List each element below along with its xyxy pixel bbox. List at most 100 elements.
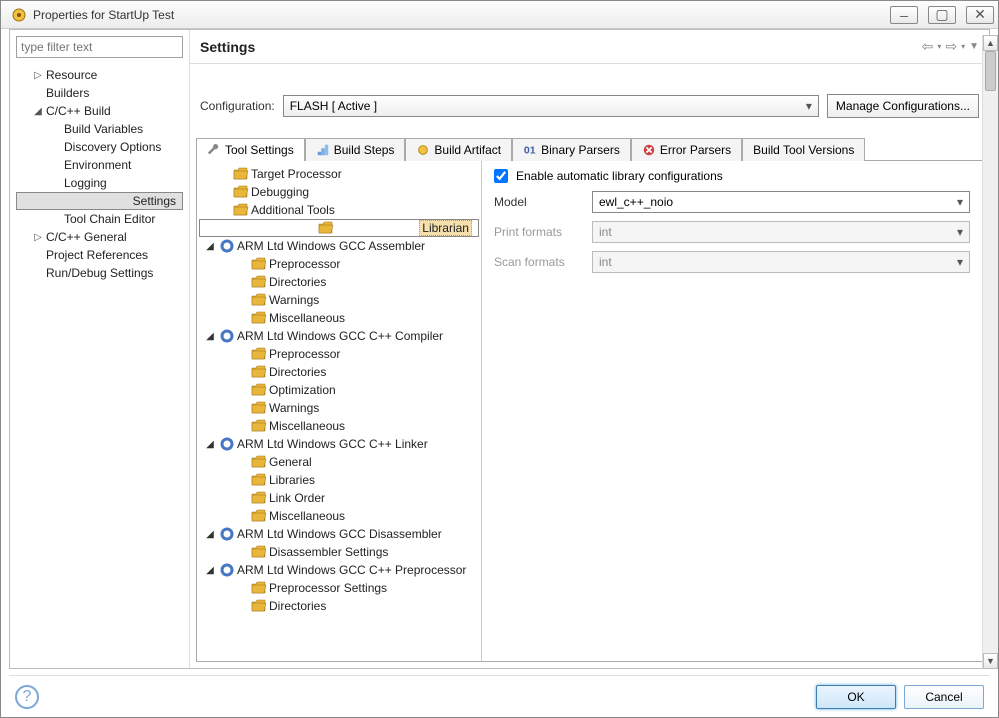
tree-toggle-icon[interactable]: ▷ <box>32 70 44 81</box>
back-icon[interactable]: ⇦ <box>922 38 934 55</box>
configuration-select[interactable]: FLASH [ Active ] ▾ <box>283 95 819 117</box>
nav-item-label: C/C++ General <box>46 230 127 244</box>
nav-item-build-variables[interactable]: Build Variables <box>16 120 183 138</box>
forward-menu-icon[interactable]: ▾ <box>961 42 965 51</box>
nav-item-label: Environment <box>64 158 131 172</box>
tree-toggle-icon[interactable]: ▷ <box>32 232 44 243</box>
maximize-button[interactable]: ▢ <box>928 6 956 24</box>
nav-item-logging[interactable]: Logging <box>16 174 183 192</box>
nav-item-environment[interactable]: Environment <box>16 156 183 174</box>
tool-settings-tree[interactable]: Target Processor DebuggingAdditional Tool… <box>197 161 482 661</box>
close-button[interactable]: ✕ <box>966 6 994 24</box>
dialog-footer: ? OK Cancel <box>9 675 990 711</box>
minimize-button[interactable]: – <box>890 6 918 24</box>
print-formats-select: int ▾ <box>592 221 970 243</box>
scroll-up-button[interactable]: ▲ <box>983 35 998 51</box>
nav-item-discovery-options[interactable]: Discovery Options <box>16 138 183 156</box>
tool-tree-label: Link Order <box>269 491 325 505</box>
tool-tree-item-debugging[interactable]: Debugging <box>199 183 479 201</box>
menu-icon[interactable]: ▼ <box>969 41 979 52</box>
back-menu-icon[interactable]: ▾ <box>937 42 941 51</box>
tool-tree-item-link-order[interactable]: Link Order <box>199 489 479 507</box>
tree-toggle-icon[interactable]: ◢ <box>32 106 44 117</box>
nav-item-c-c-general[interactable]: ▷C/C++ General <box>16 228 183 246</box>
tool-tree-item-directories[interactable]: Directories <box>199 597 479 615</box>
tool-tree-item-librarian[interactable]: Librarian <box>199 219 479 237</box>
nav-pane: ▷ResourceBuilders◢C/C++ BuildBuild Varia… <box>10 30 190 668</box>
folder-icon <box>251 490 267 506</box>
nav-item-project-references[interactable]: Project References <box>16 246 183 264</box>
folder-icon <box>251 310 267 326</box>
tool-tree-item-preprocessor[interactable]: Preprocessor <box>199 255 479 273</box>
scroll-thumb[interactable] <box>985 51 996 91</box>
nav-item-c-c-build[interactable]: ◢C/C++ Build <box>16 102 183 120</box>
tool-tree-label: Warnings <box>269 401 319 415</box>
tree-toggle-icon[interactable]: ◢ <box>203 331 217 342</box>
tool-tree-item-arm-ltd-windows-gcc-assembler[interactable]: ◢ARM Ltd Windows GCC Assembler <box>199 237 479 255</box>
tool-tree-item-target-processor[interactable]: Target Processor <box>199 165 479 183</box>
tool-tree-label: Target Processor <box>251 167 342 181</box>
tree-toggle-icon[interactable]: ◢ <box>203 565 217 576</box>
tool-tree-item-general[interactable]: General <box>199 453 479 471</box>
tool-tree-item-miscellaneous[interactable]: Miscellaneous <box>199 417 479 435</box>
nav-item-tool-chain-editor[interactable]: Tool Chain Editor <box>16 210 183 228</box>
tool-tree-item-arm-ltd-windows-gcc-disassembler[interactable]: ◢ARM Ltd Windows GCC Disassembler <box>199 525 479 543</box>
nav-item-settings[interactable]: Settings <box>16 192 183 210</box>
model-select[interactable]: ewl_c++_noio ▾ <box>592 191 970 213</box>
gear-icon <box>219 526 235 542</box>
tab-label: Build Steps <box>334 143 395 157</box>
forward-icon[interactable]: ⇨ <box>945 38 957 55</box>
gear-icon <box>219 328 235 344</box>
tab-build-steps[interactable]: Build Steps <box>305 138 406 161</box>
tool-tree-item-arm-ltd-windows-gcc-c-compiler[interactable]: ◢ARM Ltd Windows GCC C++ Compiler <box>199 327 479 345</box>
tool-tree-item-miscellaneous[interactable]: Miscellaneous <box>199 309 479 327</box>
nav-item-resource[interactable]: ▷Resource <box>16 66 183 84</box>
tool-tree-item-preprocessor[interactable]: Preprocessor <box>199 345 479 363</box>
tool-tree-item-warnings[interactable]: Warnings <box>199 399 479 417</box>
tool-tree-label: ARM Ltd Windows GCC C++ Linker <box>237 437 428 451</box>
tool-tree-item-preprocessor-settings[interactable]: Preprocessor Settings <box>199 579 479 597</box>
gear-icon <box>219 562 235 578</box>
tool-tree-item-warnings[interactable]: Warnings <box>199 291 479 309</box>
tool-tree-item-optimization[interactable]: Optimization <box>199 381 479 399</box>
tool-tree-item-additional-tools[interactable]: Additional Tools <box>199 201 479 219</box>
vertical-scrollbar[interactable]: ▲ ▼ <box>982 35 998 669</box>
nav-item-run-debug-settings[interactable]: Run/Debug Settings <box>16 264 183 282</box>
artifact-icon <box>416 143 430 157</box>
tool-tree-item-libraries[interactable]: Libraries <box>199 471 479 489</box>
scroll-down-button[interactable]: ▼ <box>983 653 998 669</box>
tab-build-artifact[interactable]: Build Artifact <box>405 138 512 161</box>
tab-binary-parsers[interactable]: 01Binary Parsers <box>512 138 631 161</box>
nav-item-label: Resource <box>46 68 97 82</box>
help-icon[interactable]: ? <box>15 685 39 709</box>
tool-tree-item-directories[interactable]: Directories <box>199 363 479 381</box>
steps-icon <box>316 143 330 157</box>
configuration-value: FLASH [ Active ] <box>290 99 377 113</box>
manage-configurations-button[interactable]: Manage Configurations... <box>827 94 979 118</box>
tab-tool-settings[interactable]: Tool Settings <box>196 138 305 161</box>
tree-toggle-icon[interactable]: ◢ <box>203 439 217 450</box>
tab-error-parsers[interactable]: Error Parsers <box>631 138 742 161</box>
ok-button[interactable]: OK <box>816 685 896 709</box>
tab-build-tool-versions[interactable]: Build Tool Versions <box>742 138 865 161</box>
nav-item-builders[interactable]: Builders <box>16 84 183 102</box>
dialog-body: ▷ResourceBuilders◢C/C++ BuildBuild Varia… <box>9 29 990 669</box>
tool-tree-item-disassembler-settings[interactable]: Disassembler Settings <box>199 543 479 561</box>
print-formats-value: int <box>599 225 612 239</box>
tool-tree-item-arm-ltd-windows-gcc-c-linker[interactable]: ◢ ARM Ltd Windows GCC C++ Linker <box>199 435 479 453</box>
tab-label: Error Parsers <box>660 143 731 157</box>
tree-toggle-icon[interactable]: ◢ <box>203 241 217 252</box>
cancel-button[interactable]: Cancel <box>904 685 984 709</box>
tool-tree-label: Preprocessor <box>269 347 340 361</box>
nav-tree[interactable]: ▷ResourceBuilders◢C/C++ BuildBuild Varia… <box>16 64 183 662</box>
enable-auto-lib-checkbox[interactable] <box>494 169 508 183</box>
tree-toggle-icon[interactable]: ◢ <box>203 529 217 540</box>
configuration-row: Configuration: FLASH [ Active ] ▾ Manage… <box>190 64 989 138</box>
tool-tree-item-directories[interactable]: Directories <box>199 273 479 291</box>
page-header: Settings ⇦▾ ⇨▾ ▼ <box>190 30 989 64</box>
tool-tree-item-miscellaneous[interactable]: Miscellaneous <box>199 507 479 525</box>
configuration-label: Configuration: <box>200 99 275 113</box>
tool-tree-item-arm-ltd-windows-gcc-c-preprocessor[interactable]: ◢ARM Ltd Windows GCC C++ Preprocessor <box>199 561 479 579</box>
filter-input[interactable] <box>16 36 183 58</box>
scan-formats-row: Scan formats int ▾ <box>494 251 970 273</box>
